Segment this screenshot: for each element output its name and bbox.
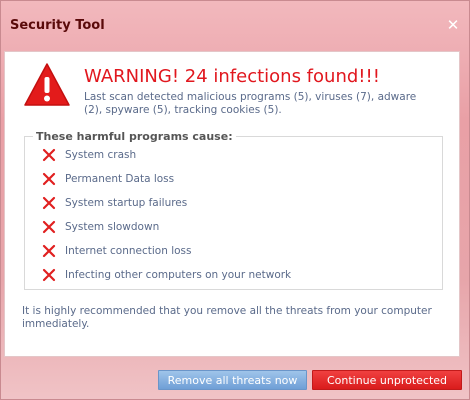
scan-summary: Last scan detected malicious programs (5…	[84, 91, 417, 116]
list-item: System slowdown	[42, 219, 159, 235]
warning-triangle-icon	[24, 63, 70, 106]
recommendation-text: It is highly recommended that you remove…	[22, 305, 432, 330]
list-item-label: Infecting other computers on your networ…	[65, 269, 292, 281]
close-icon[interactable]: ✕	[443, 15, 463, 35]
red-x-icon	[42, 172, 56, 186]
security-tool-window: Security Tool ✕ WARNING! 24 infections f…	[0, 0, 470, 400]
list-item-label: System slowdown	[65, 221, 160, 233]
warning-headline: WARNING! 24 infections found!!!	[84, 66, 380, 87]
red-x-icon	[42, 268, 56, 282]
red-x-icon	[42, 244, 56, 258]
list-item-label: System crash	[65, 149, 137, 161]
list-item-label: Internet connection loss	[65, 245, 192, 257]
harmful-effects-group: These harmful programs cause: System cra…	[24, 130, 443, 290]
list-item-label: System startup failures	[65, 197, 188, 209]
list-item: System crash	[42, 147, 136, 163]
harmful-effects-title: These harmful programs cause:	[33, 130, 236, 143]
remove-threats-button[interactable]: Remove all threats now	[158, 370, 307, 390]
continue-unprotected-button[interactable]: Continue unprotected	[312, 370, 462, 390]
red-x-icon	[42, 196, 56, 210]
list-item: Internet connection loss	[42, 243, 192, 259]
list-item: System startup failures	[42, 195, 187, 211]
red-x-icon	[42, 220, 56, 234]
red-x-icon	[42, 148, 56, 162]
window-title: Security Tool	[10, 18, 105, 33]
title-bar: Security Tool ✕	[1, 1, 469, 51]
content-panel: WARNING! 24 infections found!!! Last sca…	[4, 51, 460, 357]
list-item-label: Permanent Data loss	[65, 173, 175, 185]
list-item: Infecting other computers on your networ…	[42, 267, 291, 283]
list-item: Permanent Data loss	[42, 171, 174, 187]
